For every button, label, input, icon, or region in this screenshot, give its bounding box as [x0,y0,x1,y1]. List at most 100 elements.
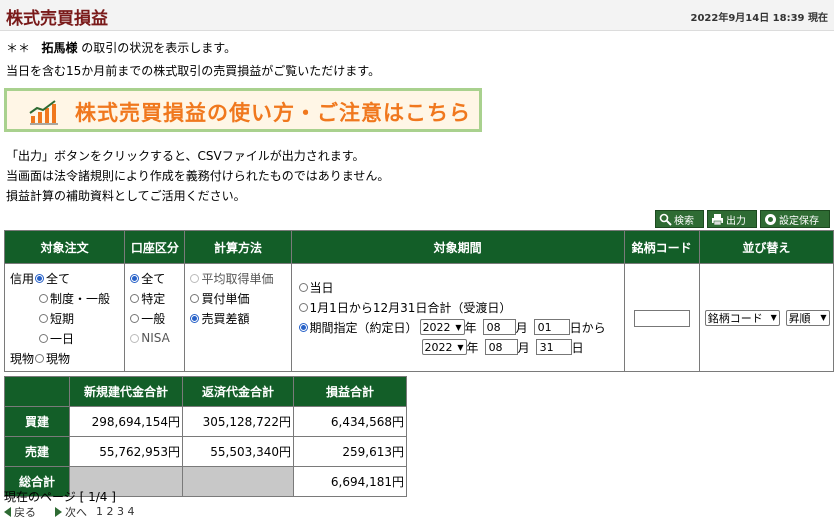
header-repay-total: 返済代金合計 [182,376,294,407]
code-cell [623,263,700,372]
period-today[interactable]: 当日 [298,277,624,297]
radio-period-year[interactable] [298,302,308,312]
header-code: 銘柄コード [623,230,700,264]
stock-code-input[interactable] [633,310,690,328]
radio-period-today[interactable] [298,282,308,292]
account-nisa-label: NISA [141,331,170,345]
order-all-label: 全て [46,271,71,286]
page-links[interactable]: 1 2 3 4 [96,506,134,517]
to-day-input[interactable]: 31 [535,339,572,355]
page-title: 株式売買損益 [6,9,108,29]
repay-total-cell: 305,128,722円 [182,406,294,437]
radio-account-tokutei[interactable] [130,293,140,303]
output-button[interactable]: 出力 [707,210,757,228]
pl-total-cell: 6,694,181円 [293,466,407,497]
radio-account-ippan[interactable] [130,313,140,323]
page-header: 株式売買損益 2022年9月14日 18:39 現在 [0,0,834,31]
banner-text: 株式売買損益の使い方・ご注意はこちら [75,101,471,125]
radio-order-all[interactable] [35,273,45,283]
prev-arrow-icon[interactable] [4,506,11,517]
order-day-label: 一日 [50,331,75,346]
period-year-label: 1月1日から12月31日合計（受渡日） [309,300,512,315]
intro-line-1: ＊＊ 拓馬様 の取引の状況を表示します。 [6,39,236,56]
to-year-select[interactable]: 2022 ▼ [421,339,467,355]
calc-purchase[interactable]: 買付単価 [189,288,290,308]
header-account: 口座区分 [124,230,186,264]
from-day-input[interactable]: 01 [533,319,570,335]
order-day[interactable]: 一日 [10,328,124,348]
radio-account-all[interactable] [130,273,140,283]
summary-table: 新規建代金合計 返済代金合計 損益合計 買建 298,694,154円 305,… [4,376,407,497]
from-month-value: 08 [486,320,501,334]
year-unit: 年 [464,320,477,335]
to-month-value: 08 [488,340,503,354]
account-tokutei[interactable]: 特定 [129,288,184,308]
from-year-select[interactable]: 2022 ▼ [419,319,465,335]
account-all[interactable]: 全て [129,268,184,288]
pl-total-cell: 6,434,568円 [293,406,407,437]
note-3: 損益計算の補助資料としてご活用ください。 [6,189,246,203]
header-calc: 計算方法 [184,230,292,264]
order-short[interactable]: 短期 [10,308,124,328]
next-link[interactable]: 次へ [65,506,87,517]
radio-order-day[interactable] [39,333,48,343]
intro-text: の取引の状況を表示します。 [77,41,237,55]
shinyo-label: 信用 [10,271,35,286]
period-cell: 当日 1月1日から12月31日合計（受渡日） 期間指定（約定日） 2022 ▼ 年 … [290,263,625,372]
calc-purchase-label: 買付単価 [201,291,250,306]
order-seido[interactable]: 制度・一般 [10,288,124,308]
gear-icon [765,213,776,225]
search-button[interactable]: 検索 [655,210,704,228]
account-nisa[interactable]: NISA [129,328,184,348]
prev-link[interactable]: 戻る [14,506,36,517]
masked-code: ＊＊ [6,41,31,55]
calc-diff-label: 売買差額 [201,311,250,326]
chart-icon [29,100,58,125]
account-ippan-label: 一般 [141,311,166,326]
calc-diff[interactable]: 売買差額 [189,308,290,328]
header-order: 対象注文 [3,230,126,264]
radio-calc-average[interactable] [190,273,200,283]
order-all[interactable]: 信用 全て [10,268,124,288]
sort-cell: 銘柄コード ▼ 昇順 ▼ [698,263,834,372]
radio-account-nisa[interactable] [130,333,140,343]
next-arrow-icon[interactable] [55,506,62,517]
to-month-input[interactable]: 08 [484,339,518,355]
from-suffix: から [581,320,606,335]
radio-period-range[interactable] [298,322,308,332]
new-total-cell: 55,762,953円 [69,436,183,467]
current-datetime: 2022年9月14日 18:39 現在 [690,13,829,24]
pagination: 戻る 次へ 1 2 3 4 [4,506,134,517]
header-period: 対象期間 [290,230,625,264]
save-settings-label: 設定保存 [779,215,819,227]
repay-total-cell: 55,503,340円 [182,436,294,467]
summary-corner [4,376,70,407]
row-label: 買建 [4,406,70,437]
output-button-label: 出力 [726,215,746,227]
usage-notes-banner[interactable]: 株式売買損益の使い方・ご注意はこちら [4,88,482,132]
radio-order-short[interactable] [39,313,48,323]
save-settings-button[interactable]: 設定保存 [760,210,830,228]
pl-total-cell: 259,613円 [293,436,407,467]
account-ippan[interactable]: 一般 [129,308,184,328]
radio-order-seido[interactable] [39,293,48,303]
table-row: 売建 55,762,953円 55,503,340円 259,613円 [4,436,407,467]
note-2: 当画面は法令諸規則により作成を義務付けられたものではありません。 [6,169,390,183]
sort-order-select[interactable]: 昇順 ▼ [785,309,830,326]
radio-order-genbutsu[interactable] [35,353,45,363]
radio-calc-purchase[interactable] [190,293,200,303]
period-range[interactable]: 期間指定（約定日） 2022 ▼ 年 08 月 01 日から [298,317,624,337]
sort-key-select[interactable]: 銘柄コード ▼ [704,309,780,326]
radio-calc-diff[interactable] [190,313,200,323]
day-unit: 日 [569,320,582,335]
period-year[interactable]: 1月1日から12月31日合計（受渡日） [298,297,624,317]
from-month-input[interactable]: 08 [482,319,516,335]
calc-average[interactable]: 平均取得単価 [189,268,290,288]
period-to-row: 2022 ▼ 年 08 月 31 日 [298,337,624,357]
calc-cell: 平均取得単価 買付単価 売買差額 [184,263,292,372]
order-genbutsu[interactable]: 現物 現物 [10,348,124,368]
note-1: 「出力」ボタンをクリックすると、CSVファイルが出力されます。 [6,149,365,163]
intro-line-2: 当日を含む15か月前までの株式取引の売買損益がご覧いただけます。 [6,64,381,78]
chevron-down-icon: ▼ [455,322,462,332]
order-genbutsu-label: 現物 [46,351,71,366]
